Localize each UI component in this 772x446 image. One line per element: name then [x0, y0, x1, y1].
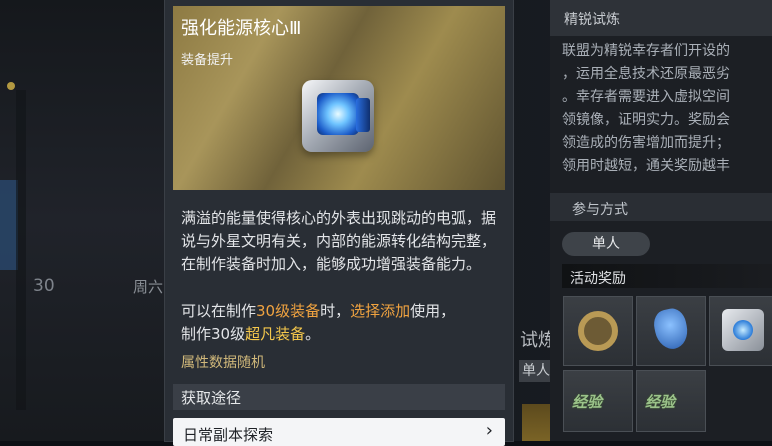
usage-text: 可以在制作	[181, 302, 257, 320]
source-button-label: 日常副本探索	[183, 426, 274, 444]
event-description-line: ，运用全息技术还原最恶劣	[562, 66, 730, 82]
rewards-label: 活动奖励	[570, 271, 626, 287]
item-category: 装备提升	[181, 53, 234, 68]
event-description: 联盟为精锐幸存者们开设的 ，运用全息技术还原最恶劣 。幸存者需要进入虚拟空间 领…	[562, 40, 772, 178]
event-description-line: 领造成的伤害增加而提升；	[562, 135, 730, 151]
source-label: 获取途径	[181, 389, 242, 407]
event-description-line: 。幸存者需要进入虚拟空间	[562, 89, 730, 105]
reward-slot-ring[interactable]	[563, 296, 633, 366]
event-description-line: 联盟为精锐幸存者们开设的	[562, 43, 730, 59]
usage-gear-level: 30级装备	[256, 302, 321, 320]
left-indicator-dot	[7, 82, 15, 90]
item-title: 强化能源核心Ⅲ	[181, 18, 302, 39]
exp-icon-label: 经验	[572, 393, 603, 411]
attribute-note: 属性数据随机	[181, 355, 265, 371]
item-detail-card: 强化能源核心Ⅲ 装备提升 满溢的能量使得核心的外表出现跳动的电弧，据说与外星文明…	[165, 0, 513, 446]
background-number: 30	[33, 276, 55, 296]
reward-slot-core[interactable]	[709, 296, 772, 366]
reward-slot-exp[interactable]: 经验	[563, 370, 633, 432]
usage-result-gear: 超凡装备	[245, 325, 306, 343]
background-mode-tag: 单人	[519, 360, 553, 382]
reward-slot-shield[interactable]	[636, 296, 706, 366]
usage-text: 使用，	[410, 302, 456, 320]
mode-solo-badge: 单人	[562, 232, 650, 256]
core-face	[317, 93, 359, 135]
item-description: 满溢的能量使得核心的外表出现跳动的电弧，据说与外星文明有关，内部的能源转化结构完…	[181, 209, 497, 273]
usage-text: 。	[305, 325, 321, 343]
usage-action: 选择添加	[350, 302, 411, 320]
exp-icon-label: 经验	[645, 393, 676, 411]
chevron-right-icon: ›	[485, 420, 493, 441]
core-side	[356, 98, 370, 132]
event-title: 精锐试炼	[564, 12, 620, 28]
usage-text: 制作30级	[181, 325, 246, 343]
ring-icon	[578, 311, 618, 351]
left-divider	[16, 90, 26, 410]
background-weekday: 周六	[133, 278, 164, 296]
left-background-panel	[0, 0, 165, 441]
event-description-line: 领用时越短，通关奖励越丰	[562, 158, 730, 174]
item-usage: 可以在制作30级装备时，选择添加使用， 制作30级超凡装备。	[181, 300, 503, 346]
event-description-line: 领镜像，证明实力。奖励会	[562, 112, 730, 128]
energy-core-icon	[302, 80, 374, 152]
usage-text: 时，	[320, 302, 351, 320]
reward-slot-exp[interactable]: 经验	[636, 370, 706, 432]
participation-label: 参与方式	[572, 202, 628, 218]
shield-crystal-icon	[651, 306, 691, 352]
energy-core-icon	[722, 309, 764, 351]
source-daily-dungeon-button[interactable]: 日常副本探索 ›	[173, 418, 505, 446]
background-gold-tile	[522, 404, 552, 441]
